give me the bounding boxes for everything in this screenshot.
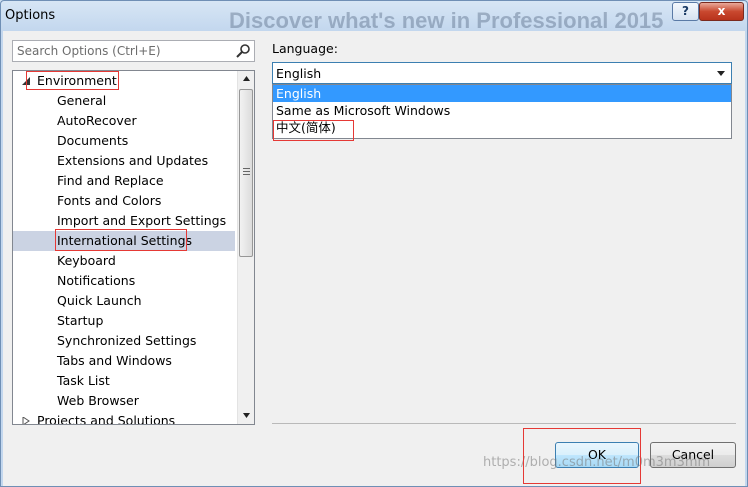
tree-item-label: General <box>57 93 107 108</box>
tree-item-label: Startup <box>57 313 104 328</box>
tree-item-label: Keyboard <box>57 253 116 268</box>
tree-item[interactable]: General <box>13 91 235 111</box>
tree-item[interactable]: Startup <box>13 311 235 331</box>
tree-scrollbar[interactable] <box>237 71 254 424</box>
language-combobox[interactable]: English <box>272 62 732 84</box>
chevron-down-icon[interactable] <box>713 65 729 81</box>
tree-item[interactable]: Keyboard <box>13 251 235 271</box>
tree-item[interactable]: Synchronized Settings <box>13 331 235 351</box>
close-icon: x <box>717 4 726 18</box>
tree-item-label: International Settings <box>57 233 193 248</box>
options-dialog: Options Discover what's new in Professio… <box>0 0 748 487</box>
tree-item-label: Quick Launch <box>57 293 142 308</box>
language-dropdown-list: English Same as Microsoft Windows 中文(简体) <box>272 84 732 139</box>
tree-item-label: Documents <box>57 133 129 148</box>
tree-item-label: Synchronized Settings <box>57 333 197 348</box>
tree-item[interactable]: Find and Replace <box>13 171 235 191</box>
scrollbar-thumb[interactable] <box>239 89 253 257</box>
grip-line <box>243 171 250 172</box>
tree-item[interactable]: Notifications <box>13 271 235 291</box>
tree-item-label: Projects and Solutions <box>37 413 176 425</box>
tree-item-label: Notifications <box>57 273 136 288</box>
tree-item[interactable]: Import and Export Settings <box>13 211 235 231</box>
tree-item-international-settings[interactable]: International Settings <box>13 231 235 251</box>
search-options-input[interactable]: Search Options (Ctrl+E) <box>12 40 255 62</box>
grip-line <box>243 168 250 169</box>
tree-item[interactable]: Tabs and Windows <box>13 351 235 371</box>
scroll-down-icon[interactable] <box>242 411 251 419</box>
tree-item-label: Fonts and Colors <box>57 193 162 208</box>
tree-item[interactable]: Fonts and Colors <box>13 191 235 211</box>
tree-item-label: Import and Export Settings <box>57 213 227 228</box>
tree-item-label: Find and Replace <box>57 173 164 188</box>
search-icon[interactable] <box>235 43 251 59</box>
tree-item-projects-and-solutions[interactable]: Projects and Solutions <box>13 411 235 425</box>
title-bar[interactable]: Options Discover what's new in Professio… <box>1 1 747 33</box>
tree-item[interactable]: Extensions and Updates <box>13 151 235 171</box>
tree-item-label: Environment <box>37 73 117 88</box>
grip-line <box>243 174 250 175</box>
scroll-up-icon[interactable] <box>242 75 251 83</box>
tree-item-environment[interactable]: Environment <box>13 71 235 91</box>
tree-item-label: Extensions and Updates <box>57 153 209 168</box>
dialog-title: Options <box>5 8 56 23</box>
expanded-triangle-icon[interactable] <box>22 77 30 85</box>
dialog-client-area: Search Options (Ctrl+E) Environment Gene… <box>3 31 745 486</box>
bottom-separator <box>272 423 736 424</box>
tree-item[interactable]: Task List <box>13 371 235 391</box>
tree-item[interactable]: AutoRecover <box>13 111 235 131</box>
collapsed-triangle-icon[interactable] <box>22 417 30 425</box>
language-selected-value: English <box>276 66 322 81</box>
language-label: Language: <box>272 41 338 56</box>
options-tree: Environment General AutoRecover Document… <box>12 70 255 425</box>
language-option-windows[interactable]: Same as Microsoft Windows <box>273 102 731 119</box>
language-option-chinese[interactable]: 中文(简体) <box>273 119 731 136</box>
tree-item-label: Tabs and Windows <box>57 353 172 368</box>
tree-item[interactable]: Documents <box>13 131 235 151</box>
close-button[interactable]: x <box>699 2 744 21</box>
search-placeholder: Search Options (Ctrl+E) <box>17 44 161 58</box>
help-button[interactable]: ? <box>672 2 699 21</box>
language-option-english[interactable]: English <box>273 85 731 102</box>
help-icon: ? <box>682 4 689 18</box>
tree-item[interactable]: Web Browser <box>13 391 235 411</box>
tree-item-label: Web Browser <box>57 393 139 408</box>
tree-item-label: AutoRecover <box>57 113 137 128</box>
watermark-text: https://blog.csdn.net/m0m3m3mm <box>483 455 711 470</box>
tree-item-label: Task List <box>57 373 110 388</box>
tree-item[interactable]: Quick Launch <box>13 291 235 311</box>
